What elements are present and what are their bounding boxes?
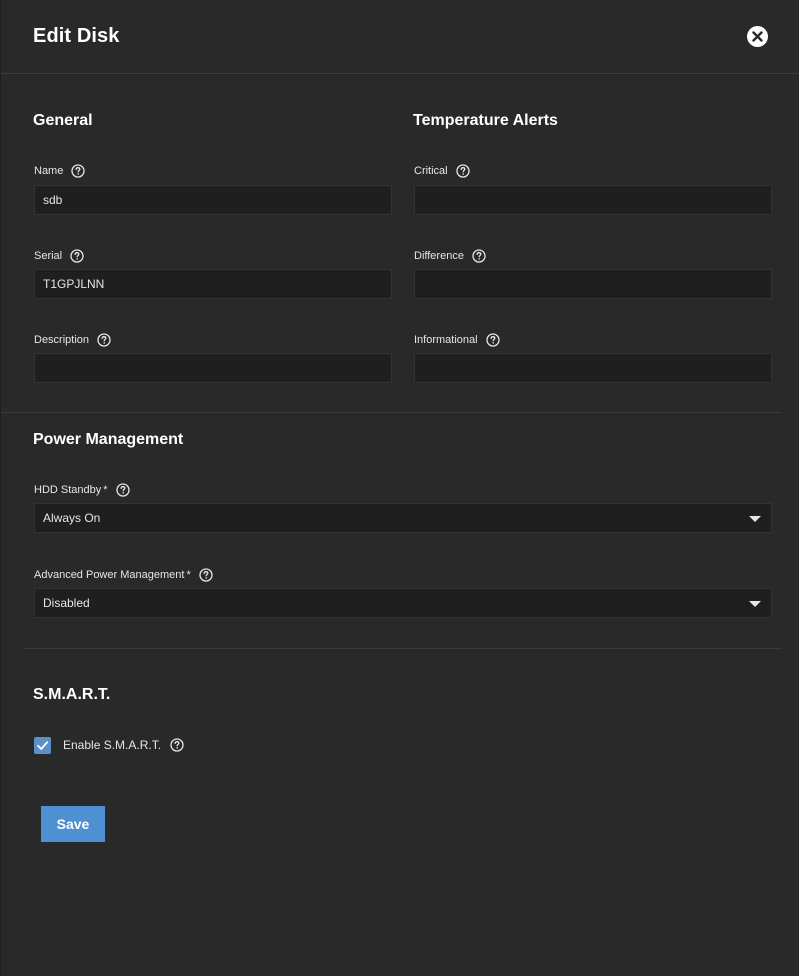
section-divider [1, 412, 782, 413]
difference-label: Difference [414, 249, 486, 263]
close-icon [752, 31, 763, 42]
help-icon[interactable] [455, 164, 470, 178]
difference-label-text: Difference [414, 250, 464, 262]
name-label: Name [34, 164, 85, 178]
chevron-down-icon [749, 516, 761, 522]
help-icon[interactable] [97, 333, 111, 347]
hdd-standby-label: HDD Standby * [34, 483, 130, 497]
informational-label: Informational [414, 333, 500, 347]
hdd-standby-value: Always On [43, 511, 101, 525]
required-mark: * [186, 569, 191, 581]
enable-smart-label-text[interactable]: Enable S.M.A.R.T. [63, 738, 161, 752]
section-divider [23, 648, 782, 649]
close-button[interactable] [747, 26, 768, 47]
critical-input[interactable] [414, 185, 772, 215]
help-icon[interactable] [199, 568, 213, 582]
informational-label-text: Informational [414, 334, 478, 346]
chevron-down-icon [749, 601, 761, 607]
description-label: Description [34, 333, 111, 347]
smart-heading: S.M.A.R.T. [33, 686, 111, 703]
difference-input[interactable] [414, 269, 772, 299]
description-input[interactable] [34, 353, 392, 383]
temperature-alerts-heading: Temperature Alerts [413, 112, 558, 129]
serial-label: Serial [34, 249, 84, 263]
critical-label-text: Critical [414, 165, 448, 177]
name-input[interactable]: sdb [34, 185, 392, 215]
serial-input[interactable]: T1GPJLNN [34, 269, 392, 299]
enable-smart-label: Enable S.M.A.R.T. [63, 738, 184, 752]
required-mark: * [103, 484, 108, 496]
help-icon[interactable] [70, 249, 84, 263]
description-label-text: Description [34, 334, 90, 346]
critical-label: Critical [414, 164, 470, 178]
serial-label-text: Serial [34, 250, 63, 262]
help-icon[interactable] [170, 738, 184, 752]
help-icon[interactable] [472, 249, 486, 263]
apm-label: Advanced Power Management * [34, 568, 213, 582]
enable-smart-checkbox[interactable] [34, 737, 51, 754]
general-heading: General [33, 112, 93, 129]
apm-value: Disabled [43, 596, 90, 610]
help-icon[interactable] [485, 333, 500, 347]
informational-input[interactable] [414, 353, 772, 383]
save-button[interactable]: Save [41, 806, 105, 842]
name-label-text: Name [34, 165, 64, 177]
power-management-heading: Power Management [33, 431, 184, 448]
help-icon[interactable] [115, 483, 130, 497]
header-divider [1, 73, 799, 74]
edit-disk-dialog: Edit Disk General Name sdb Serial T1GPJL… [0, 0, 799, 976]
apm-select[interactable]: Disabled [34, 588, 772, 618]
dialog-title: Edit Disk [33, 25, 120, 47]
check-icon [37, 741, 49, 750]
hdd-standby-label-text: HDD Standby [34, 484, 102, 496]
help-icon[interactable] [71, 164, 85, 178]
apm-label-text: Advanced Power Management [34, 569, 185, 581]
hdd-standby-select[interactable]: Always On [34, 503, 772, 533]
